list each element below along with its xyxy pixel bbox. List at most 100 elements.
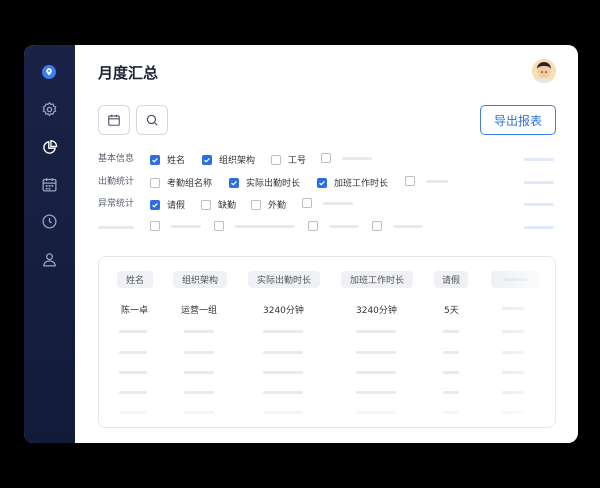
page-title: 月度汇总	[98, 64, 159, 82]
filter-option-placeholder[interactable]	[321, 153, 372, 163]
placeholder-bar	[119, 330, 147, 333]
filter-option-field-work[interactable]: 外勤	[251, 198, 286, 211]
column-header[interactable]: 组织架构	[173, 271, 227, 288]
check-icon	[319, 180, 325, 186]
column-header[interactable]: 请假	[434, 271, 468, 288]
checkbox[interactable]	[321, 153, 331, 163]
placeholder-bar	[119, 371, 147, 374]
checkbox[interactable]	[302, 198, 312, 208]
checkbox[interactable]	[150, 221, 160, 231]
check-icon	[152, 202, 158, 208]
placeholder-bar	[119, 391, 147, 394]
column-header[interactable]: 实际出勤时长	[248, 271, 320, 288]
table-cell: 5天	[444, 306, 459, 316]
search-icon	[146, 114, 158, 126]
option-label: 加班工作时长	[334, 179, 389, 189]
app-window: 月度汇总 导出报表 基本信息 姓名 组织架构 工号 出勤统计 考勤组名称 实际出…	[24, 45, 578, 443]
placeholder-bar	[443, 351, 459, 354]
placeholder-bar	[393, 224, 423, 228]
placeholder-bar	[356, 391, 396, 394]
clock-icon[interactable]	[40, 212, 58, 230]
option-label: 姓名	[167, 156, 186, 166]
placeholder-bar	[323, 201, 353, 205]
filter-option-employee-id[interactable]: 工号	[271, 153, 306, 166]
filter-row-placeholder	[98, 219, 554, 235]
main-content: 月度汇总 导出报表 基本信息 姓名 组织架构 工号 出勤统计 考勤组名称 实际出…	[75, 45, 578, 443]
placeholder-bar	[184, 371, 214, 374]
checkbox[interactable]	[251, 199, 261, 210]
filter-option-actual-hours[interactable]: 实际出勤时长	[229, 176, 300, 189]
checkbox[interactable]	[202, 154, 212, 165]
search-button[interactable]	[136, 105, 168, 135]
chart-pie-icon[interactable]	[40, 138, 58, 156]
filter-option-leave[interactable]: 请假	[150, 198, 185, 211]
filter-option-placeholder[interactable]	[150, 221, 201, 231]
export-report-button[interactable]: 导出报表	[480, 105, 556, 135]
option-label: 外勤	[268, 201, 287, 211]
scroll-fade-bottom	[99, 397, 555, 427]
checkbox[interactable]	[317, 177, 327, 188]
placeholder-bar	[98, 226, 134, 229]
checkbox[interactable]	[271, 154, 281, 165]
logo-icon[interactable]	[40, 63, 58, 81]
checkbox[interactable]	[229, 177, 239, 188]
settings-icon[interactable]	[40, 100, 58, 118]
filter-option-group-name[interactable]: 考勤组名称	[150, 176, 212, 189]
checkbox[interactable]	[214, 221, 224, 231]
filter-option-absence[interactable]: 缺勤	[201, 198, 236, 211]
filter-option-placeholder[interactable]	[405, 176, 448, 186]
check-icon	[231, 180, 237, 186]
placeholder-bar	[524, 181, 554, 184]
calendar-icon[interactable]	[40, 175, 58, 193]
checkbox[interactable]	[372, 221, 382, 231]
placeholder-bar	[356, 330, 396, 333]
checkbox[interactable]	[308, 221, 318, 231]
placeholder-bar	[184, 351, 214, 354]
filter-label: 出勤统计	[98, 177, 135, 187]
placeholder-bar	[184, 391, 214, 394]
placeholder-bar	[443, 391, 459, 394]
placeholder-bar	[356, 371, 396, 374]
avatar[interactable]	[532, 59, 556, 83]
checkbox[interactable]	[201, 199, 211, 210]
date-picker-button[interactable]	[98, 105, 130, 135]
table-cell: 陈一卓	[121, 306, 149, 316]
filter-option-placeholder[interactable]	[308, 221, 359, 231]
table-cell: 3240分钟	[263, 306, 304, 316]
filter-label: 基本信息	[98, 154, 135, 164]
placeholder-bar	[329, 224, 359, 228]
summary-table: 姓名 组织架构 实际出勤时长 加班工作时长 请假 陈一卓 运营一组 3240分钟…	[98, 256, 556, 428]
placeholder-bar	[263, 371, 303, 374]
filter-option-placeholder[interactable]	[214, 221, 295, 231]
column-header[interactable]: 加班工作时长	[341, 271, 413, 288]
filter-option-placeholder[interactable]	[302, 198, 353, 208]
option-label: 请假	[167, 201, 186, 211]
check-icon	[152, 157, 158, 163]
placeholder-bar	[524, 158, 554, 161]
checkbox[interactable]	[150, 154, 160, 165]
placeholder-bar	[524, 226, 554, 229]
sidebar	[24, 45, 75, 443]
placeholder-bar	[171, 224, 201, 228]
checkbox[interactable]	[405, 176, 415, 186]
placeholder-bar	[184, 330, 214, 333]
calendar-icon	[108, 114, 120, 126]
checkbox[interactable]	[150, 177, 160, 188]
user-icon[interactable]	[40, 250, 58, 268]
placeholder-bar	[443, 330, 459, 333]
placeholder-bar	[235, 224, 295, 228]
option-label: 考勤组名称	[167, 179, 213, 189]
check-icon	[204, 157, 210, 163]
placeholder-bar	[356, 351, 396, 354]
option-label: 组织架构	[219, 156, 256, 166]
placeholder-bar	[524, 203, 554, 206]
column-header[interactable]: 姓名	[117, 271, 153, 288]
table-cell: 3240分钟	[356, 306, 397, 316]
option-label: 实际出勤时长	[246, 179, 301, 189]
filter-option-overtime-hours[interactable]: 加班工作时长	[317, 176, 388, 189]
checkbox[interactable]	[150, 199, 160, 210]
filter-option-org[interactable]: 组织架构	[202, 153, 255, 166]
placeholder-bar	[342, 156, 372, 160]
filter-option-placeholder[interactable]	[372, 221, 423, 231]
filter-option-name[interactable]: 姓名	[150, 153, 185, 166]
